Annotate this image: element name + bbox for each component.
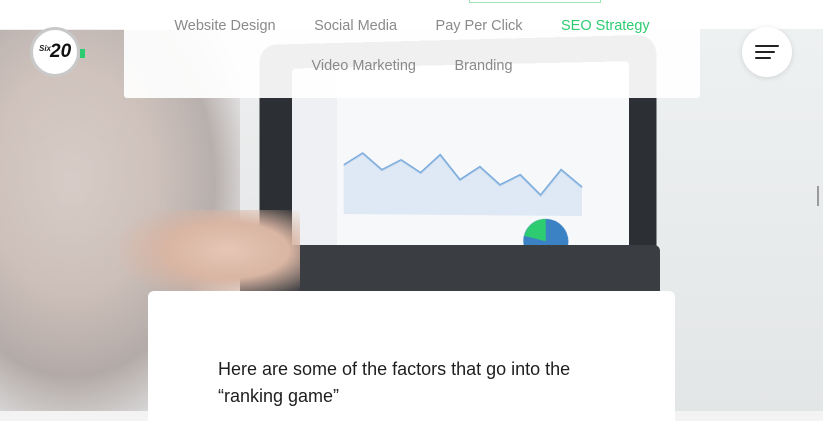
site-logo[interactable]: Six 20	[30, 27, 85, 77]
nav-item-website-design[interactable]: Website Design	[174, 18, 275, 34]
main-navigation: Website Design Social Media Pay Per Clic…	[124, 0, 700, 98]
hamburger-menu-button[interactable]	[742, 27, 792, 77]
hamburger-menu-icon	[755, 45, 779, 47]
nav-item-seo-strategy[interactable]: SEO Strategy	[561, 18, 650, 34]
logo-number: 20	[50, 41, 72, 62]
logo-accent-mark	[80, 49, 85, 58]
content-card: Here are some of the factors that go int…	[148, 291, 675, 421]
intro-paragraph: Here are some of the factors that go int…	[218, 356, 618, 410]
nav-item-pay-per-click[interactable]: Pay Per Click	[436, 18, 523, 34]
nav-row-2: Video Marketing Branding	[124, 57, 700, 75]
intro-line-1: Here are some of the factors that go int…	[218, 359, 571, 379]
nav-item-branding[interactable]: Branding	[454, 58, 512, 74]
hamburger-menu-icon-line	[755, 57, 771, 59]
intro-line-2: “ranking game”	[218, 386, 340, 406]
scrollbar-thumb[interactable]	[817, 186, 819, 206]
nav-item-social-media[interactable]: Social Media	[314, 18, 397, 34]
nav-item-video-marketing[interactable]: Video Marketing	[311, 58, 416, 74]
hamburger-menu-icon-line	[755, 51, 775, 53]
nav-row-1: Website Design Social Media Pay Per Clic…	[124, 17, 700, 35]
hand-image	[120, 210, 300, 300]
active-tab-indicator	[469, 0, 601, 3]
